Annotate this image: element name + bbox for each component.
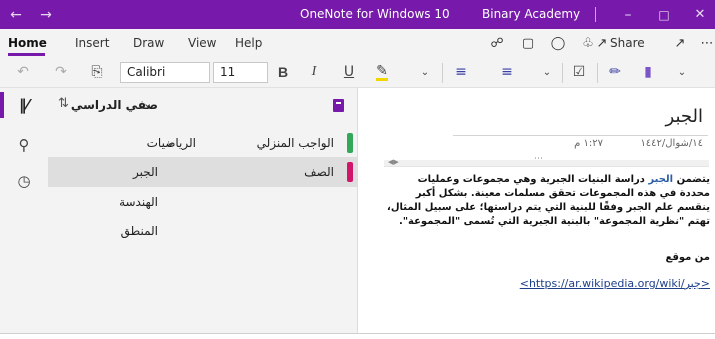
nav-active-indicator [0,92,4,118]
sort-icon[interactable]: ⇅ [58,96,69,111]
section-label: الصف [304,165,334,179]
chevron-down-icon[interactable]: ⌄ [166,128,175,158]
expand-icon[interactable]: ↗ [670,29,690,57]
navigation-strip [0,88,48,333]
recent-clock-icon[interactable]: ◷ [8,168,40,194]
page-time: ١:٢٧ م [574,138,603,149]
underline-icon[interactable]: U [338,57,360,87]
account-name[interactable]: Binary Academy [482,0,580,29]
note-keyword: الجبر [648,174,674,185]
page-item[interactable]: المنطق [48,216,208,246]
share-icon[interactable]: ↗ [592,29,612,57]
source-link[interactable]: <https://ar.wikipedia.org/wiki/جبر> [520,277,710,290]
search-icon[interactable]: ⚲ [8,132,40,158]
note-canvas[interactable]: الجبر ١٤/شوال/١٤٤٢ ١:٢٧ م ◀▶ ⋯ يتضمن الج… [358,88,715,333]
chevron-down-icon[interactable]: ⌄ [536,57,558,87]
lightbulb-icon[interactable]: ◯ [548,29,568,57]
source-link-container: <https://ar.wikipedia.org/wiki/جبر> [520,277,710,290]
note-paragraph[interactable]: يتضمن الجبر دراسة البنيات الجبرية وهي مج… [384,173,710,229]
page-item-selected[interactable]: الجبر [48,157,208,187]
title-bar: ← → OneNote for Windows 10 Binary Academ… [0,0,715,29]
toolbar-divider [442,63,443,83]
toolbar-divider [562,63,563,83]
numbering-icon[interactable]: ≡ [496,57,518,87]
page-label: الهندسة [119,195,158,209]
active-tab-indicator [8,53,45,56]
forward-arrow-icon[interactable]: → [34,0,58,29]
clipboard-icon[interactable]: ⎘ [86,57,108,87]
section-color-tab [347,162,353,182]
tab-help[interactable]: Help [235,29,262,57]
tab-draw[interactable]: Draw [133,29,164,57]
redo-icon[interactable]: ↷ [50,57,72,87]
section-item-selected[interactable]: الصف [208,157,358,187]
chevron-down-icon[interactable]: ⌄ [143,97,152,110]
section-group[interactable]: الرياضيات ⌄ [48,128,208,158]
app-title: OneNote for Windows 10 [300,7,450,21]
page-label: المنطق [120,224,158,238]
styles-icon[interactable]: ✏ [604,57,626,87]
page-label: الجبر [133,165,158,179]
sync-icon[interactable]: ☍ [487,29,507,57]
font-name-field[interactable]: Calibri [120,62,210,83]
page-date: ١٤/شوال/١٤٤٢ [640,138,703,149]
note-container-handle[interactable] [384,160,709,167]
section-item[interactable]: الواجب المنزلي [208,128,358,158]
bullets-icon[interactable]: ≡ [450,57,472,87]
close-icon[interactable]: ✕ [688,0,712,29]
tag-icon[interactable]: ☑ [568,57,590,87]
page-title[interactable]: الجبر [666,106,703,127]
section-color-tab [347,133,353,153]
highlight-icon[interactable]: ✎ [371,57,393,87]
title-underline [453,135,708,136]
chevron-down-icon[interactable]: ⌄ [671,57,693,87]
container-grip-icon[interactable]: ⋯ [534,154,544,164]
font-size-field[interactable]: 11 [213,62,268,83]
notebook-icon [333,99,344,112]
resize-arrows-icon[interactable]: ◀▶ [388,158,399,166]
notebook-header[interactable]: صفي الدراسي ⌄ ⇅ [48,88,358,124]
more-options-icon[interactable]: ⋯ [697,29,715,57]
dictate-icon[interactable]: ▮ [637,57,659,87]
notebooks-icon[interactable]: ‖⁄ [8,92,40,118]
share-button[interactable]: Share [610,29,645,57]
italic-icon[interactable]: I [303,57,325,87]
tab-insert[interactable]: Insert [75,29,109,57]
section-label: الواجب المنزلي [256,136,334,150]
maximize-icon[interactable]: □ [652,0,676,29]
back-arrow-icon[interactable]: ← [4,0,28,29]
page-view-icon[interactable]: ▢ [518,29,538,57]
bold-icon[interactable]: B [272,57,294,87]
page-item[interactable]: الهندسة [48,187,208,217]
source-label: من موقع [665,252,710,263]
note-text-prefix: يتضمن [676,174,710,185]
window-bottom-edge [0,333,715,339]
toolbar-divider [597,63,598,83]
chevron-down-icon[interactable]: ⌄ [414,57,436,87]
undo-icon[interactable]: ↶ [12,57,34,87]
tab-view[interactable]: View [188,29,216,57]
minimize-icon[interactable]: – [616,0,640,29]
titlebar-divider [595,7,596,22]
